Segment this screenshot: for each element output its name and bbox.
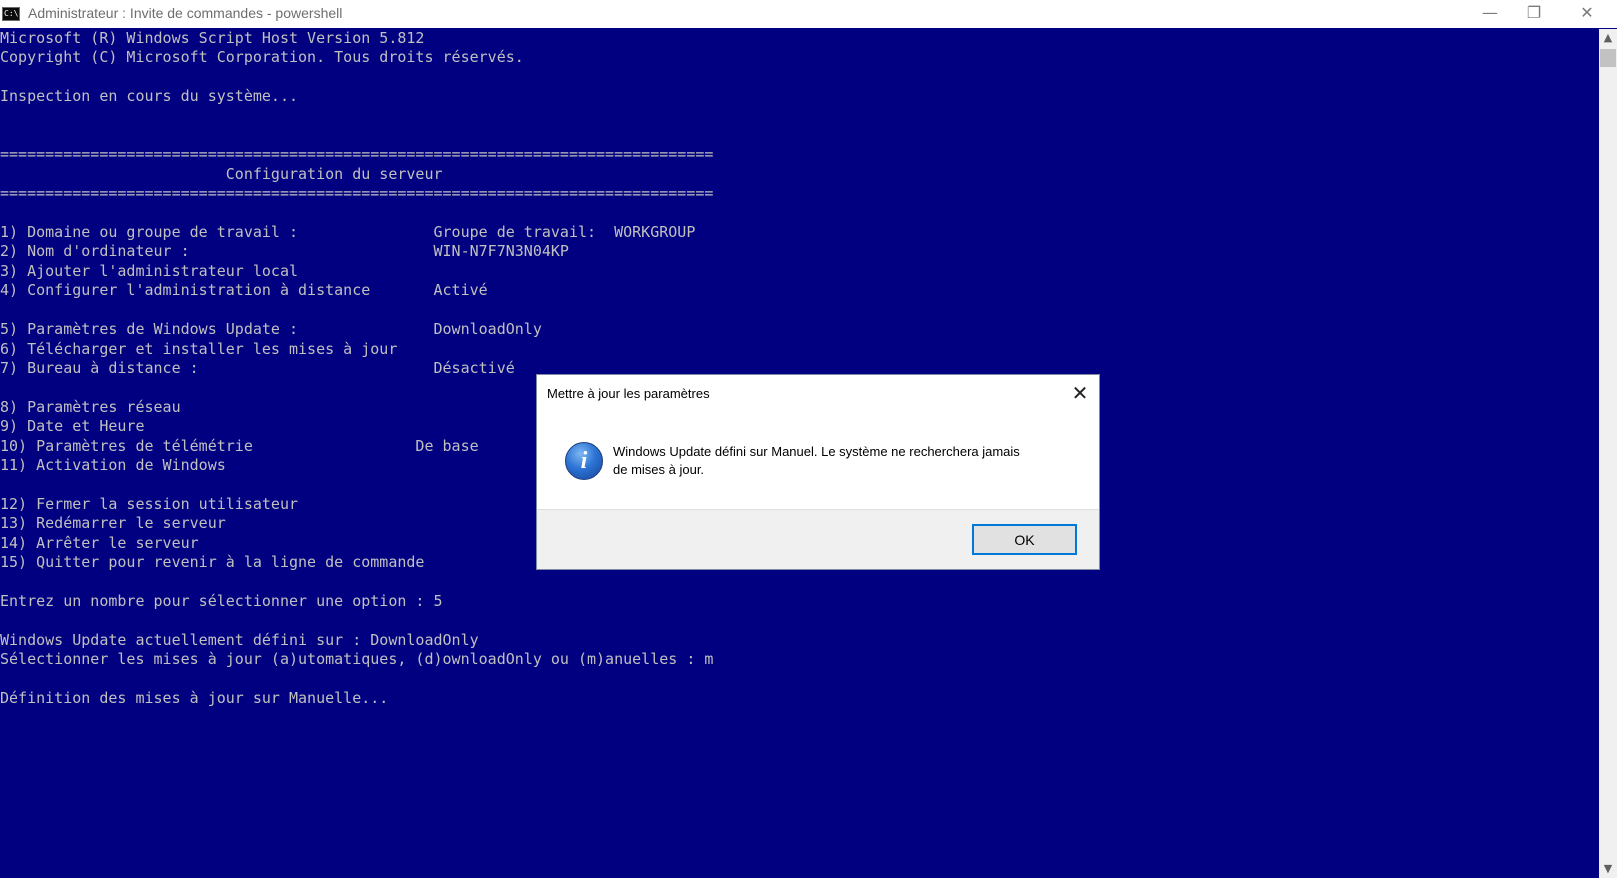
close-icon[interactable]: ✕ bbox=[1560, 0, 1614, 28]
console-line: Définition des mises à jour sur Manuelle… bbox=[0, 688, 389, 707]
console-line: 3) Ajouter l'administrateur local bbox=[0, 261, 299, 280]
dialog-title: Mettre à jour les paramètres bbox=[547, 386, 710, 401]
console-line: Inspection en cours du système... bbox=[0, 87, 299, 106]
restore-icon[interactable]: ❐ bbox=[1507, 0, 1561, 28]
update-settings-dialog: Mettre à jour les paramètres ✕ i Windows… bbox=[536, 374, 1100, 570]
console-line: Entrez un nombre pour sélectionner une o… bbox=[0, 591, 443, 610]
console-line: Copyright (C) Microsoft Corporation. Tou… bbox=[0, 48, 524, 67]
dialog-footer: OK bbox=[537, 509, 1099, 569]
console-line: Sélectionner les mises à jour (a)utomati… bbox=[0, 650, 714, 668]
console-line: 6) Télécharger et installer les mises à … bbox=[0, 339, 398, 358]
window-title: Administrateur : Invite de commandes - p… bbox=[28, 5, 343, 21]
dialog-message: Windows Update défini sur Manuel. Le sys… bbox=[613, 443, 1073, 479]
console-line: 5) Paramètres de Windows Update : Downlo… bbox=[0, 320, 542, 339]
console-line: 1) Domaine ou groupe de travail : Groupe… bbox=[0, 223, 696, 242]
console-line: 4) Configurer l'administration à distanc… bbox=[0, 281, 488, 300]
console-line: 2) Nom d'ordinateur : WIN-N7F7N3N04KP bbox=[0, 242, 569, 261]
console-line: ========================================… bbox=[0, 184, 714, 203]
info-icon: i bbox=[565, 442, 603, 480]
scroll-thumb[interactable] bbox=[1600, 49, 1616, 67]
console-line: Windows Update actuellement défini sur :… bbox=[0, 630, 479, 649]
console-line: ========================================… bbox=[0, 145, 714, 164]
scroll-down-icon[interactable]: ▼ bbox=[1599, 860, 1617, 878]
dialog-message-line: Windows Update défini sur Manuel. Le sys… bbox=[613, 444, 1020, 459]
dialog-close-icon[interactable]: ✕ bbox=[1065, 379, 1095, 407]
ok-button[interactable]: OK bbox=[972, 524, 1077, 555]
console-line: Microsoft (R) Windows Script Host Versio… bbox=[0, 29, 425, 47]
vertical-scrollbar[interactable]: ▲ ▼ bbox=[1599, 29, 1617, 878]
dialog-message-line: de mises à jour. bbox=[613, 462, 705, 477]
console-text: Microsoft (R) Windows Script Host Versio… bbox=[0, 29, 1599, 708]
scroll-up-icon[interactable]: ▲ bbox=[1599, 29, 1617, 47]
console-line: Configuration du serveur bbox=[0, 164, 443, 183]
title-bar[interactable]: C:\ Administrateur : Invite de commandes… bbox=[0, 0, 1617, 28]
cmd-icon: C:\ bbox=[2, 7, 20, 21]
